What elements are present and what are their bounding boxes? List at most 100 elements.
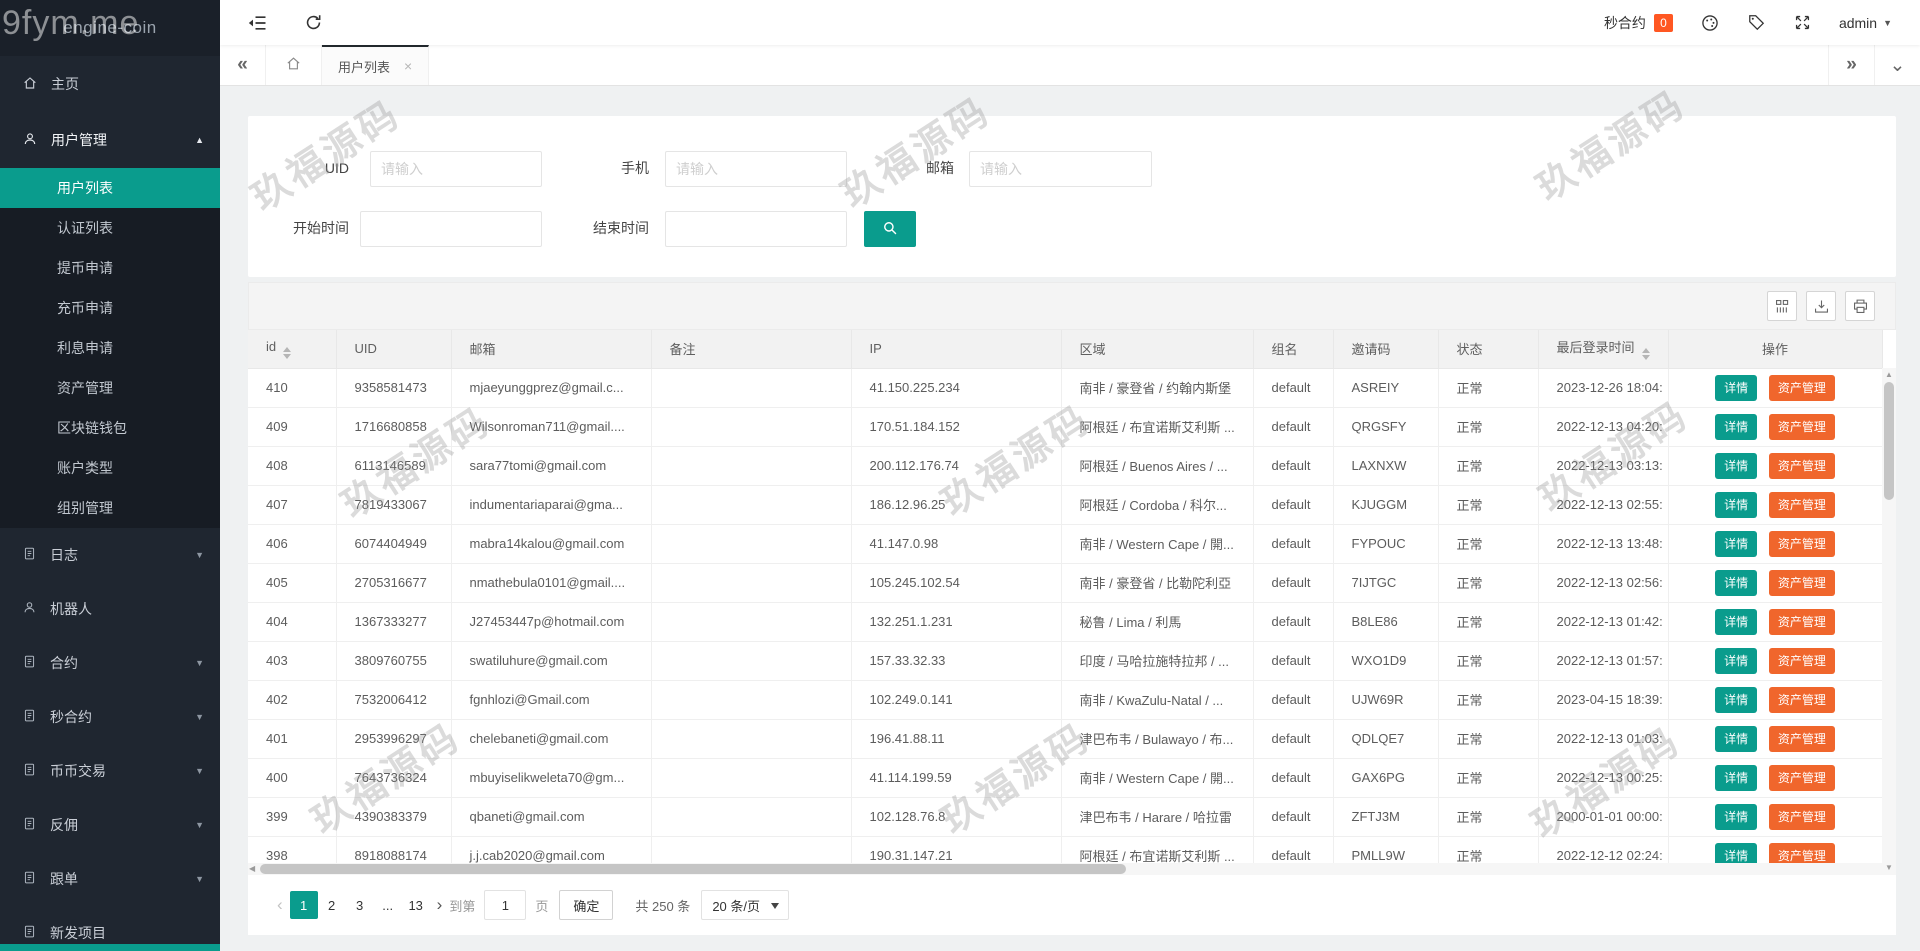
sort-icon[interactable] [1641, 348, 1650, 361]
tabs-menu-button[interactable]: ⌄ [1874, 45, 1920, 85]
cell-group: default [1253, 641, 1334, 681]
scroll-down-icon[interactable]: ▼ [1882, 862, 1896, 874]
export-icon[interactable] [1806, 291, 1836, 321]
asset-manage-button[interactable]: 资产管理 [1768, 491, 1835, 518]
asset-manage-button[interactable]: 资产管理 [1768, 803, 1835, 830]
detail-button[interactable]: 详情 [1715, 491, 1758, 518]
sidebar-item[interactable]: 机器人 ▼ [0, 582, 220, 636]
asset-manage-button[interactable]: 资产管理 [1768, 374, 1835, 401]
detail-button[interactable]: 详情 [1715, 413, 1758, 440]
horizontal-scroll-thumb[interactable] [260, 864, 1126, 874]
detail-button[interactable]: 详情 [1715, 608, 1758, 635]
sidebar-item[interactable]: 秒合约 ▼ [0, 690, 220, 744]
detail-button[interactable]: 详情 [1715, 686, 1758, 713]
tabs-scroll-right-button[interactable]: » [1828, 45, 1874, 85]
horizontal-scrollbar[interactable]: ◀ [248, 863, 1882, 875]
page-size-select[interactable]: 20 条/页 [701, 890, 789, 920]
home-icon [285, 55, 302, 75]
sidebar-item[interactable]: 反佣 ▼ [0, 798, 220, 852]
search-button[interactable] [864, 211, 916, 247]
filter-columns-icon[interactable] [1767, 291, 1797, 321]
tab-home[interactable] [266, 45, 322, 85]
asset-manage-button[interactable]: 资产管理 [1768, 452, 1835, 479]
prev-page-icon[interactable]: ‹ [270, 895, 290, 915]
cell-uid: 9358581473 [336, 368, 452, 408]
sidebar-subitem[interactable]: 用户列表 [0, 168, 220, 208]
asset-manage-button[interactable]: 资产管理 [1768, 647, 1835, 674]
goto-page-input[interactable] [484, 890, 527, 920]
asset-manage-button[interactable]: 资产管理 [1768, 608, 1835, 635]
cell-region: 津巴布韦 / Bulawayo / 布... [1061, 719, 1254, 759]
cell-ip: 41.150.225.234 [851, 368, 1062, 408]
email-input[interactable] [969, 151, 1152, 187]
sidebar-subitem[interactable]: 资产管理 [0, 368, 220, 408]
sort-icon[interactable] [283, 346, 292, 359]
asset-manage-button[interactable]: 资产管理 [1768, 413, 1835, 440]
sidebar-subitem[interactable]: 认证列表 [0, 208, 220, 248]
detail-button[interactable]: 详情 [1715, 530, 1758, 557]
detail-button[interactable]: 详情 [1715, 569, 1758, 596]
asset-manage-button[interactable]: 资产管理 [1768, 686, 1835, 713]
vertical-scroll-thumb[interactable] [1884, 382, 1894, 500]
sidebar-item[interactable]: 合约 ▼ [0, 636, 220, 690]
refresh-icon[interactable] [304, 13, 323, 32]
topbar-right: 秒合约 0 admin ▼ [1604, 13, 1892, 33]
tag-icon[interactable] [1747, 13, 1766, 32]
page-number-button[interactable]: 3 [346, 891, 374, 919]
cell-email: mabra14kalou@gmail.com [451, 524, 652, 564]
sidebar-item-user-mgmt[interactable]: 用户管理 ▲ [0, 112, 220, 168]
phone-input[interactable] [665, 151, 847, 187]
cell-status: 正常 [1438, 602, 1539, 642]
theme-palette-icon[interactable] [1700, 13, 1720, 33]
print-icon[interactable] [1845, 291, 1875, 321]
sidebar-subitem[interactable]: 账户类型 [0, 448, 220, 488]
tabs-scroll-left-button[interactable]: « [220, 45, 266, 85]
sidebar-item[interactable]: 跟单 ▼ [0, 852, 220, 906]
asset-manage-button[interactable]: 资产管理 [1768, 725, 1835, 752]
user-menu[interactable]: admin ▼ [1839, 15, 1892, 31]
asset-manage-button[interactable]: 资产管理 [1768, 569, 1835, 596]
vertical-scrollbar[interactable]: ▲ ▼ [1882, 368, 1896, 875]
detail-button[interactable]: 详情 [1715, 725, 1758, 752]
start-time-input[interactable] [360, 211, 542, 247]
detail-button[interactable]: 详情 [1715, 803, 1758, 830]
page-number-button[interactable]: 2 [318, 891, 346, 919]
end-time-input[interactable] [665, 211, 847, 247]
sec-contract-shortcut[interactable]: 秒合约 0 [1604, 13, 1673, 33]
table-row: 408 6113146589 sara77tomi@gmail.com 200.… [248, 446, 1883, 486]
detail-button[interactable]: 详情 [1715, 647, 1758, 674]
page-number-button[interactable]: 1 [289, 891, 318, 919]
sidebar-subitem[interactable]: 利息申请 [0, 328, 220, 368]
detail-button[interactable]: 详情 [1715, 452, 1758, 479]
fullscreen-icon[interactable] [1793, 13, 1812, 32]
sidebar-item-home[interactable]: 主页 [0, 56, 220, 112]
page-number-button[interactable]: ... [374, 891, 402, 919]
sidebar-subitem[interactable]: 区块链钱包 [0, 408, 220, 448]
cell-id: 401 [248, 719, 337, 759]
detail-button[interactable]: 详情 [1715, 764, 1758, 791]
scroll-left-icon[interactable]: ◀ [249, 863, 255, 875]
cell-ip: 41.147.0.98 [851, 524, 1062, 564]
scroll-up-icon[interactable]: ▲ [1882, 369, 1896, 381]
cell-invite: 7IJTGC [1333, 563, 1439, 603]
sidebar-subitem-label: 资产管理 [57, 380, 113, 396]
asset-manage-button[interactable]: 资产管理 [1768, 764, 1835, 791]
sidebar-item[interactable]: 日志 ▼ [0, 528, 220, 582]
sidebar-subitem-label: 组别管理 [57, 500, 113, 516]
sidebar-subitem[interactable]: 充币申请 [0, 288, 220, 328]
next-page-icon[interactable]: › [430, 895, 450, 915]
collapse-sidebar-icon[interactable] [248, 13, 268, 33]
asset-manage-button[interactable]: 资产管理 [1768, 530, 1835, 557]
cell-last-login: 2022-12-13 01:03: [1538, 719, 1669, 759]
sidebar-subitem[interactable]: 提币申请 [0, 248, 220, 288]
close-icon[interactable]: × [404, 58, 412, 74]
sidebar-item[interactable]: 币币交易 ▼ [0, 744, 220, 798]
cell-actions: 详情 资产管理 [1668, 680, 1883, 720]
sidebar-subitem[interactable]: 组别管理 [0, 488, 220, 528]
tab-user-list[interactable]: 用户列表 × [322, 45, 430, 85]
detail-button[interactable]: 详情 [1715, 374, 1758, 401]
document-icon [22, 546, 37, 564]
uid-input[interactable] [370, 151, 542, 187]
confirm-button[interactable]: 确定 [559, 890, 614, 920]
page-number-button[interactable]: 13 [402, 891, 430, 919]
